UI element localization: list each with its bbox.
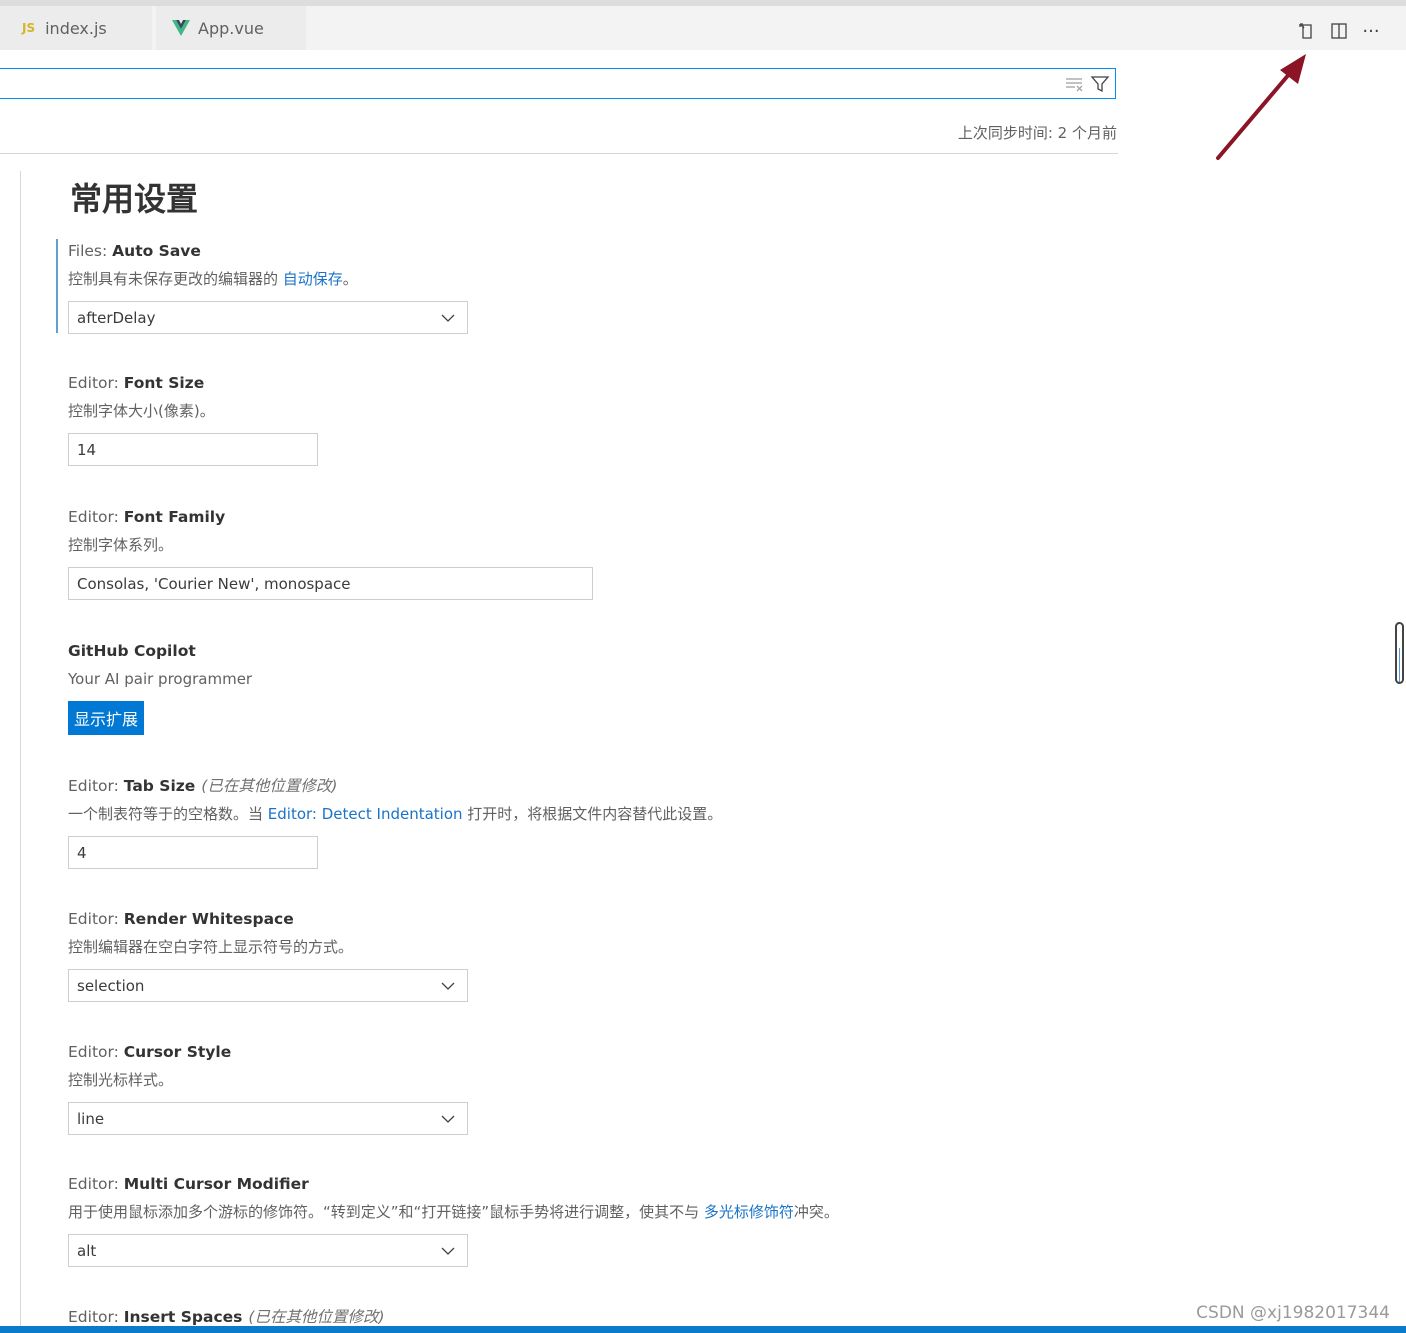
setting-description: 控制编辑器在空白字符上显示符号的方式。 <box>68 938 354 956</box>
setting-title: Editor: Cursor Style <box>68 1043 232 1061</box>
filter-icon[interactable] <box>1090 74 1110 94</box>
split-editor-icon[interactable] <box>1328 20 1350 42</box>
tab-app-vue[interactable]: App.vue <box>156 6 306 50</box>
clear-filter-icon[interactable] <box>1065 76 1085 92</box>
setting-editor-cursor-style: Editor: Cursor Style 控制光标样式。 line <box>68 1042 468 1135</box>
last-sync-text: 上次同步时间: 2 个月前 <box>957 124 1117 142</box>
setting-editor-font-family: Editor: Font Family 控制字体系列。 Consolas, 'C… <box>68 507 593 600</box>
multi-cursor-modifier-link[interactable]: 多光标修饰符 <box>704 1203 794 1221</box>
setting-description: 一个制表符等于的空格数。当 Editor: Detect Indentation… <box>68 805 723 823</box>
setting-description: 控制光标样式。 <box>68 1071 174 1089</box>
setting-editor-font-size: Editor: Font Size 控制字体大小(像素)。 14 <box>68 373 318 466</box>
setting-title: Editor: Insert Spaces (已在其他位置修改) <box>68 1308 385 1326</box>
setting-title: Editor: Font Size <box>68 374 205 392</box>
setting-editor-multi-cursor-modifier: Editor: Multi Cursor Modifier 用于使用鼠标添加多个… <box>68 1174 898 1267</box>
editor-tab-bar: JS index.js App.vue ··· <box>0 6 1406 50</box>
render-whitespace-select[interactable]: selection <box>68 969 468 1002</box>
scrollbar-thumb[interactable] <box>1395 622 1404 684</box>
js-file-icon: JS <box>22 21 36 35</box>
font-size-input[interactable]: 14 <box>68 433 318 466</box>
setting-editor-tab-size: Editor: Tab Size (已在其他位置修改) 一个制表符等于的空格数。当… <box>68 776 768 869</box>
chevron-down-icon <box>441 314 455 322</box>
page-title: 常用设置 <box>70 180 199 218</box>
annotation-arrow <box>1216 54 1306 160</box>
toc-border <box>20 171 21 1333</box>
more-actions-icon[interactable]: ··· <box>1360 20 1382 42</box>
setting-description: 控制字体大小(像素)。 <box>68 402 215 420</box>
multi-cursor-modifier-select[interactable]: alt <box>68 1234 468 1267</box>
tab-index-js[interactable]: JS index.js <box>0 6 152 50</box>
editor-actions: ··· <box>1296 20 1406 44</box>
setting-title: Editor: Render Whitespace <box>68 910 294 928</box>
settings-search-input[interactable] <box>7 73 1051 97</box>
setting-description: 控制具有未保存更改的编辑器的 自动保存。 <box>68 270 358 288</box>
setting-title: Editor: Font Family <box>68 508 226 526</box>
tab-size-input[interactable]: 4 <box>68 836 318 869</box>
tab-label: App.vue <box>198 18 264 38</box>
auto-save-link[interactable]: 自动保存 <box>283 270 343 288</box>
chevron-down-icon <box>441 1115 455 1123</box>
setting-title: Files: Auto Save <box>68 242 201 260</box>
chevron-down-icon <box>441 982 455 990</box>
vue-file-icon <box>172 20 190 36</box>
detect-indentation-link[interactable]: Editor: Detect Indentation <box>268 805 463 823</box>
chevron-down-icon <box>441 1247 455 1255</box>
modified-elsewhere-indicator[interactable]: (已在其他位置修改) <box>248 1308 384 1326</box>
divider <box>0 153 1118 154</box>
setting-editor-insert-spaces: Editor: Insert Spaces (已在其他位置修改) <box>68 1307 468 1327</box>
setting-description: Your AI pair programmer <box>68 670 253 688</box>
cursor-style-select[interactable]: line <box>68 1102 468 1135</box>
show-extension-button[interactable]: 显示扩展 <box>68 701 145 735</box>
setting-title: GitHub Copilot <box>68 642 196 660</box>
settings-search-box[interactable] <box>0 68 1116 99</box>
status-bar <box>0 1326 1406 1333</box>
setting-files-auto-save: Files: Auto Save 控制具有未保存更改的编辑器的 自动保存。 af… <box>56 239 468 334</box>
auto-save-select[interactable]: afterDelay <box>68 301 468 334</box>
tab-label: index.js <box>45 18 107 38</box>
setting-editor-render-whitespace: Editor: Render Whitespace 控制编辑器在空白字符上显示符… <box>68 909 468 1002</box>
font-family-input[interactable]: Consolas, 'Courier New', monospace <box>68 567 593 600</box>
open-settings-json-icon[interactable] <box>1296 20 1318 42</box>
setting-description: 用于使用鼠标添加多个游标的修饰符。“转到定义”和“打开链接”鼠标手势将进行调整，… <box>68 1203 839 1221</box>
setting-description: 控制字体系列。 <box>68 536 174 554</box>
setting-title: Editor: Tab Size (已在其他位置修改) <box>68 777 338 795</box>
setting-title: Editor: Multi Cursor Modifier <box>68 1175 309 1193</box>
watermark: CSDN @xj1982017344 <box>1196 1303 1390 1323</box>
modified-elsewhere-indicator[interactable]: (已在其他位置修改) <box>201 777 337 795</box>
setting-github-copilot: GitHub Copilot Your AI pair programmer 显… <box>68 641 368 735</box>
